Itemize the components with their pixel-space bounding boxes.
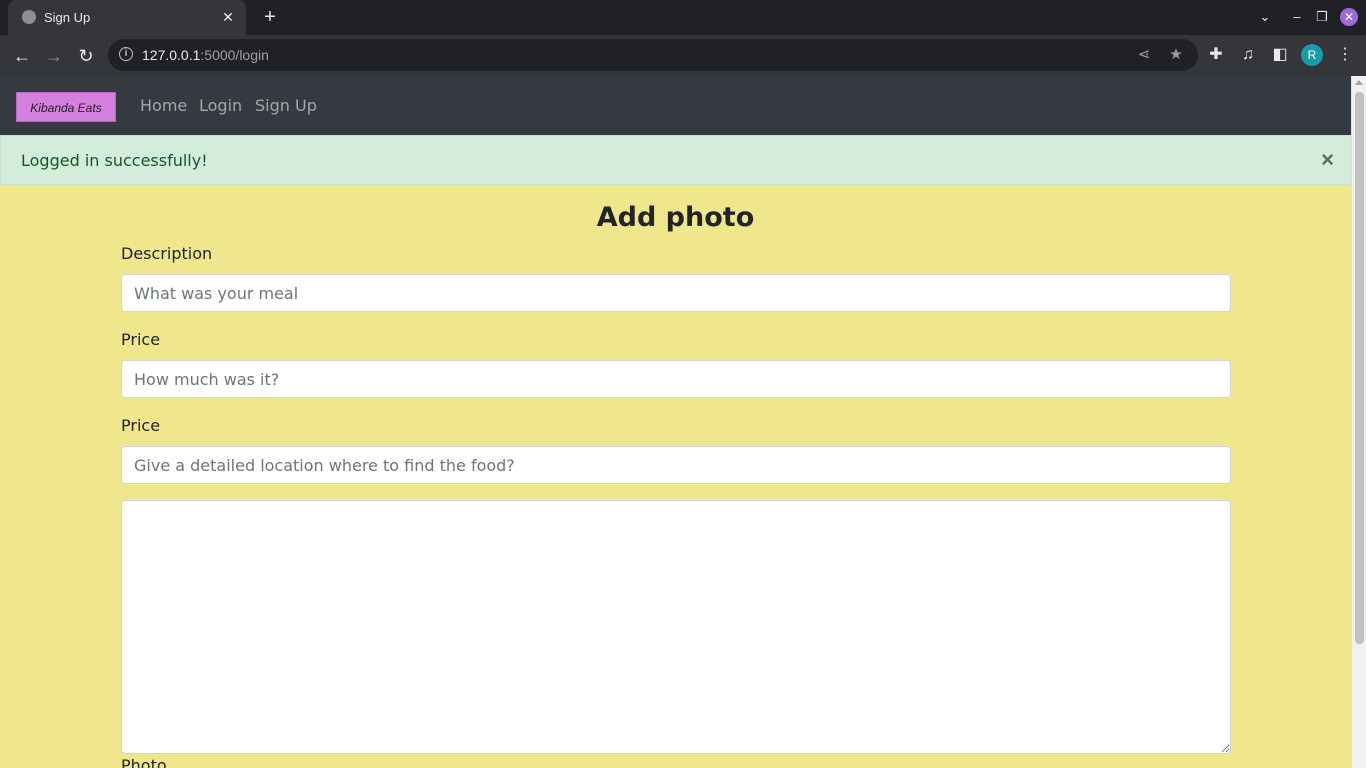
nav-link-home[interactable]: Home [140,96,187,115]
alert-close-icon[interactable]: × [1321,148,1334,172]
new-tab-button[interactable]: + [258,5,282,29]
back-icon[interactable]: ← [9,43,35,69]
tab-close-icon[interactable]: ✕ [218,7,238,27]
scrollbar-thumb[interactable] [1355,92,1364,644]
page-title: Add photo [596,202,755,233]
browser-toolbar: ← → ↻ i 127.0.0.1:5000/login ⋖ ★ ✚ ♫ ◧ R… [0,35,1366,76]
page-viewport: Kibanda Eats Home Login Sign Up Logged i… [0,76,1366,768]
site-info-icon[interactable]: i [119,47,133,61]
description-label: Description [121,244,213,263]
nav-link-login[interactable]: Login [199,96,242,115]
photo-label: Photo [121,756,167,768]
share-icon[interactable]: ⋖ [1134,45,1154,65]
details-textarea[interactable] [121,500,1231,754]
price-input[interactable] [121,360,1231,398]
success-alert: Logged in successfully! × [0,135,1351,185]
address-bar[interactable]: i 127.0.0.1:5000/login ⋖ ★ [108,39,1198,71]
forward-icon[interactable]: → [41,43,67,69]
price-label: Price [121,330,161,349]
alert-message: Logged in successfully! [21,151,208,170]
extensions-icon[interactable]: ✚ [1205,44,1227,66]
brand-logo[interactable]: Kibanda Eats [16,92,116,122]
side-panel-icon[interactable]: ◧ [1269,44,1291,66]
tab-search-icon[interactable]: ⌄ [1256,8,1274,26]
profile-avatar[interactable]: R [1301,44,1323,66]
restore-icon[interactable]: ❐ [1313,8,1331,26]
globe-icon [22,10,36,24]
tab-title: Sign Up [44,10,91,25]
page-scrollbar[interactable] [1351,76,1366,768]
url-text[interactable]: 127.0.0.1:5000/login [142,47,269,63]
minimize-icon[interactable]: – [1288,8,1306,26]
scroll-up-arrow-icon[interactable] [1355,80,1363,85]
window-close-icon[interactable]: ✕ [1340,8,1358,26]
browser-tabstrip: Sign Up ✕ + ⌄ – ❐ ✕ [0,0,1366,35]
description-input[interactable] [121,274,1231,312]
reload-icon[interactable]: ↻ [73,43,99,69]
bookmark-star-icon[interactable]: ★ [1166,45,1186,65]
media-control-icon[interactable]: ♫ [1237,44,1259,66]
site-navbar: Kibanda Eats Home Login Sign Up [0,76,1351,135]
browser-tab[interactable]: Sign Up ✕ [8,0,246,35]
location-input[interactable] [121,446,1231,484]
nav-link-signup[interactable]: Sign Up [255,96,317,115]
location-label: Price [121,416,161,435]
menu-kebab-icon[interactable]: ⋮ [1334,44,1356,66]
